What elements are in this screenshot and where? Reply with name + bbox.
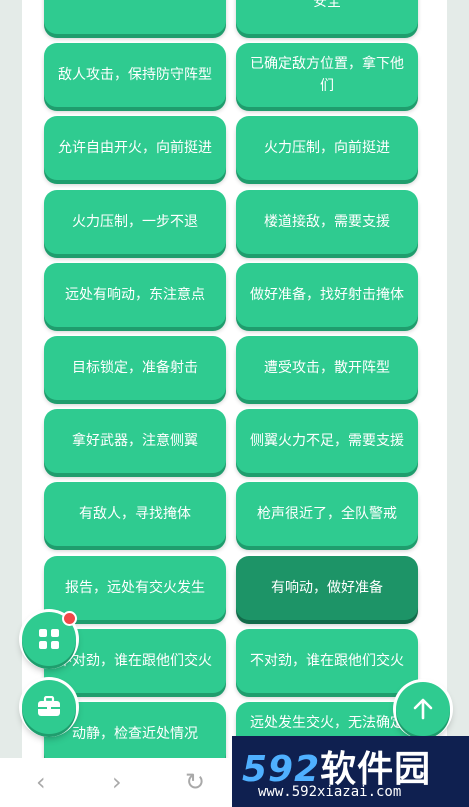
phrase-button[interactable]	[44, 0, 226, 34]
arrow-up-icon	[413, 698, 433, 720]
site-watermark: 592软件园 www.592xiazai.com	[232, 736, 469, 807]
grid-icon	[39, 629, 59, 649]
phrase-button[interactable]: 遭受攻击，散开阵型	[236, 335, 418, 400]
phrase-button[interactable]: 敌人攻击，保持防守阵型	[44, 43, 226, 108]
phrase-button[interactable]: 安全	[236, 0, 418, 34]
phrase-button[interactable]: 拿好武器，注意侧翼	[44, 409, 226, 474]
phrase-button[interactable]: 允许自由开火，向前挺进	[44, 116, 226, 181]
phrase-grid: 安全 敌人攻击，保持防守阵型 已确定敌方位置，拿下他们 允许自由开火，向前挺进 …	[44, 0, 418, 775]
toolbox-fab-button[interactable]	[22, 680, 76, 734]
phrase-button[interactable]: 枪声很近了，全队警戒	[236, 482, 418, 547]
phrase-button[interactable]: 侧翼火力不足，需要支援	[236, 409, 418, 474]
watermark-url: www.592xiazai.com	[258, 784, 402, 800]
back-icon[interactable]: ‹	[36, 768, 46, 796]
phrase-button[interactable]: 目标锁定，准备射击	[44, 335, 226, 400]
phrase-button[interactable]: 做好准备，找好射击掩体	[236, 262, 418, 327]
screen: 安全 敌人攻击，保持防守阵型 已确定敌方位置，拿下他们 允许自由开火，向前挺进 …	[0, 0, 469, 807]
scroll-top-button[interactable]	[396, 682, 450, 736]
toolbox-icon	[38, 696, 60, 716]
phrase-button[interactable]: 不对劲，谁在跟他们交火	[236, 628, 418, 693]
phrase-button[interactable]: 火力压制，向前挺进	[236, 116, 418, 181]
phrase-button[interactable]: 楼道接敌，需要支援	[236, 189, 418, 254]
phrase-button[interactable]: 已确定敌方位置，拿下他们	[236, 43, 418, 108]
forward-icon[interactable]: ›	[112, 768, 122, 796]
phrase-button[interactable]: 有敌人，寻找掩体	[44, 482, 226, 547]
browser-nav-bar: ‹ › ↻	[0, 758, 232, 807]
phrase-button-active[interactable]: 有响动，做好准备	[236, 555, 418, 620]
phrase-button[interactable]: 火力压制，一步不退	[44, 189, 226, 254]
refresh-icon[interactable]: ↻	[185, 768, 205, 796]
notification-dot	[62, 611, 77, 626]
phrase-button[interactable]: 报告，远处有交火发生	[44, 555, 226, 620]
phrase-button[interactable]: 远处有响动，东注意点	[44, 262, 226, 327]
